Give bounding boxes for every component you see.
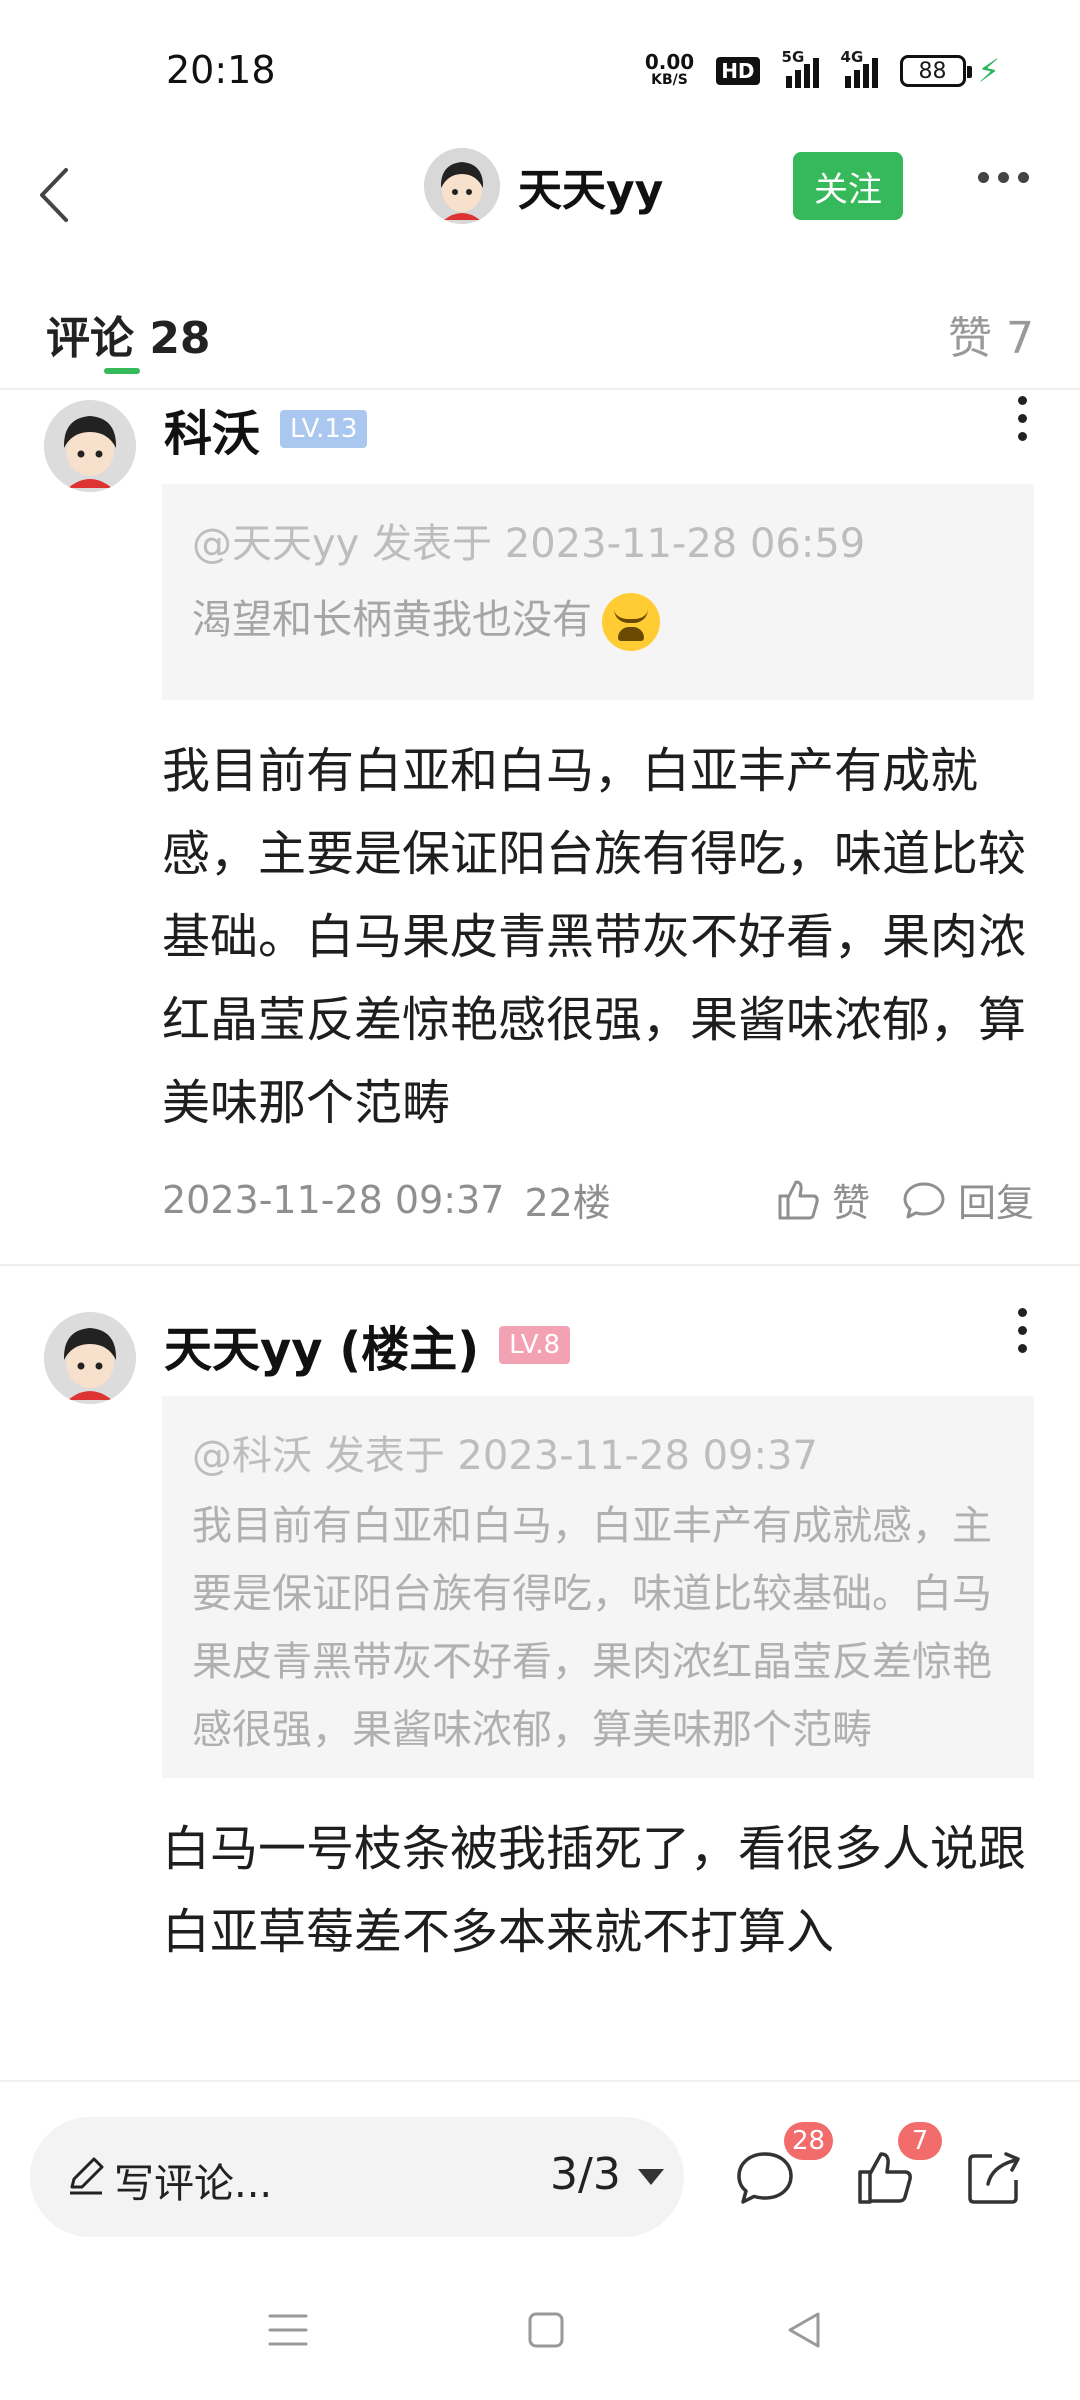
- avatar[interactable]: [44, 1312, 136, 1404]
- square-icon: [528, 2312, 564, 2348]
- share-icon: [968, 2152, 1020, 2204]
- status-time: 20:18: [166, 48, 276, 92]
- menu-nav-button[interactable]: [258, 2300, 318, 2360]
- bottom-bar: 写评论... 3/3 28 7: [0, 2080, 1080, 2237]
- charging-icon: ⚡: [977, 52, 1000, 90]
- quote-meta: @天天yy 发表于 2023-11-28 06:59: [192, 521, 866, 567]
- back-nav-button[interactable]: [774, 2300, 834, 2360]
- tab-likes[interactable]: 赞 7: [948, 302, 1034, 366]
- comment-count-badge: 28: [784, 2122, 834, 2160]
- hd-icon: HD: [716, 57, 760, 85]
- page-indicator[interactable]: 3/3: [550, 2149, 621, 2200]
- back-button[interactable]: [24, 160, 94, 230]
- thumbs-up-icon: [778, 1180, 819, 1219]
- signal-5g-icon: 5G: [782, 48, 819, 88]
- comment-time: 2023-11-28 09:37: [162, 1177, 505, 1222]
- header-username: 天天yy: [518, 165, 664, 216]
- quote-text: 我目前有白亚和白马，白亚丰产有成就感，主要是保证阳台族有得吃，味道比较基础。白马…: [192, 1503, 992, 1753]
- level-badge: LV.8: [499, 1326, 571, 1364]
- quote-text: 渴望和长柄黄我也没有: [192, 586, 1004, 654]
- comment-floor: 22楼: [524, 1181, 611, 1225]
- quoted-comment[interactable]: @科沃 发表于 2023-11-28 09:37 我目前有白亚和白马，白亚丰产有…: [162, 1396, 1034, 1778]
- like-button[interactable]: 赞: [774, 1172, 870, 1227]
- tab-comments[interactable]: 评论 28: [46, 302, 211, 366]
- comment-body: 我目前有白亚和白马，白亚丰产有成就感，主要是保证阳台族有得吃，味道比较基础。白马…: [162, 743, 1027, 1131]
- share-button[interactable]: [962, 2146, 1026, 2210]
- comment-footer: 2023-11-28 09:37 22楼 赞 回复: [162, 1172, 1034, 1227]
- reply-button[interactable]: 回复: [900, 1172, 1034, 1227]
- chevron-left-icon: [40, 168, 68, 222]
- tab-active-indicator: [104, 368, 140, 374]
- comment-body: 白马一号枝条被我插死了，看很多人说跟白亚草莓差不多本来就不打算入: [162, 1821, 1027, 1960]
- home-nav-button[interactable]: [516, 2300, 576, 2360]
- comment-more-icon[interactable]: [1018, 396, 1027, 441]
- triangle-back-icon: [788, 2312, 820, 2348]
- pencil-icon: [70, 2157, 104, 2195]
- status-icons: 0.00 KB/S HD 5G 4G 88 ⚡: [644, 48, 1000, 90]
- quoted-comment[interactable]: @天天yy 发表于 2023-11-28 06:59 渴望和长柄黄我也没有: [162, 484, 1034, 700]
- write-comment-placeholder: 写评论...: [114, 2161, 273, 2207]
- avatar[interactable]: [44, 400, 136, 492]
- comment-icon: [737, 2152, 793, 2204]
- battery-icon: 88: [899, 55, 972, 87]
- follow-button[interactable]: 关注: [793, 152, 903, 220]
- status-bar: 20:18 0.00 KB/S HD 5G 4G 88 ⚡: [0, 0, 1080, 140]
- signal-4g-icon: 4G: [841, 48, 878, 88]
- like-count-badge: 7: [898, 2122, 942, 2160]
- comment-more-icon[interactable]: [1018, 1308, 1027, 1353]
- comment-tabs: 评论 28 赞 7: [0, 290, 1080, 390]
- speech-bubble-icon: [903, 1182, 945, 1218]
- caret-down-icon[interactable]: [638, 2169, 664, 2185]
- menu-icon: [268, 2314, 308, 2346]
- header: 天天yy 关注: [0, 140, 1080, 260]
- comment-author[interactable]: 科沃 LV.13: [164, 394, 368, 464]
- comment-author[interactable]: 天天yy (楼主) LV.8: [164, 1310, 571, 1380]
- net-speed: 0.00 KB/S: [644, 50, 695, 88]
- quote-meta: @科沃 发表于 2023-11-28 09:37: [192, 1433, 818, 1479]
- crying-emoji-icon: [602, 593, 660, 651]
- comment-actions: 赞 回复: [774, 1172, 1034, 1227]
- more-options-icon[interactable]: [978, 172, 1029, 183]
- system-nav-bar: [0, 2270, 1080, 2400]
- header-user[interactable]: 天天yy: [424, 148, 663, 224]
- level-badge: LV.13: [280, 410, 368, 448]
- write-comment-input[interactable]: 写评论... 3/3: [30, 2117, 684, 2237]
- comments-button[interactable]: [733, 2146, 797, 2210]
- divider: [0, 1264, 1080, 1266]
- avatar[interactable]: [424, 148, 500, 224]
